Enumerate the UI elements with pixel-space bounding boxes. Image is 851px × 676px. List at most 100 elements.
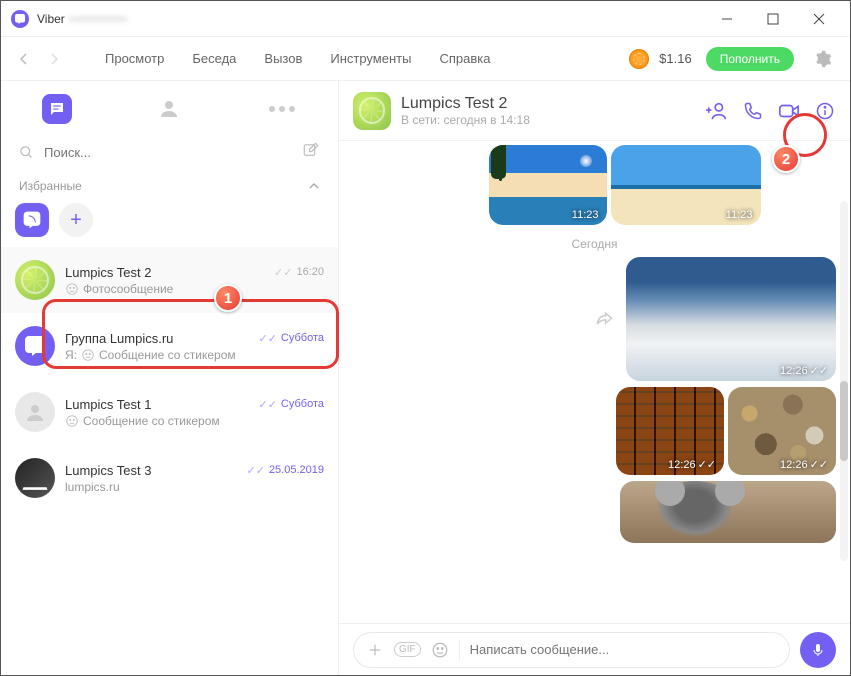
messages-area[interactable]: 11:23 11:23 Сегодня 12:26 ✓✓ 12:26 ✓✓ [339,141,850,623]
message-time: 11:23 [572,209,599,221]
delivery-ticks-icon: ✓✓ [274,266,292,279]
menu-help[interactable]: Справка [427,45,502,72]
annotation-callout-2: 2 [772,145,800,173]
viber-icon [23,334,47,358]
image-message[interactable]: 12:26 ✓✓ [728,387,836,475]
favorite-viber-item[interactable] [15,203,49,237]
favorites-header[interactable]: Избранные [1,173,338,199]
conversation-pane: Lumpics Test 2 В сети: сегодня в 14:18 [339,81,850,675]
favorites-row: + [1,199,338,247]
viber-out-credit-icon [629,49,649,69]
gif-button[interactable]: GIF [394,642,421,657]
scrollbar-thumb[interactable] [840,381,848,461]
search-input[interactable] [44,145,292,160]
scrollbar[interactable] [840,201,848,561]
compose-icon [302,141,320,159]
conversation-title: Lumpics Test 2 [401,95,530,113]
delivery-ticks-icon: ✓✓ [698,458,716,471]
info-icon [815,101,835,121]
chat-preview: Фотосообщение [83,282,173,296]
forward-icon [594,309,614,329]
chat-name: Lumpics Test 1 [65,397,151,412]
conversation-avatar[interactable] [353,92,391,130]
window-maximize-button[interactable] [750,3,796,35]
menu-view[interactable]: Просмотр [93,45,176,72]
avatar [15,326,55,366]
delivery-ticks-icon: ✓✓ [247,464,265,477]
sticker-icon[interactable] [431,641,449,659]
favorites-label: Избранные [19,179,82,193]
chat-preview-prefix: Я: [65,348,77,362]
message-time: 11:23 [726,209,753,221]
video-icon [778,101,800,121]
chat-time: Суббота [281,398,324,410]
message-time: 12:26 [780,365,808,377]
balance-amount: $1.16 [659,51,692,66]
sidebar: Избранные + Lumpics Test 2 ✓✓ 16:20 [1,81,339,675]
window-minimize-button[interactable] [704,3,750,35]
window-close-button[interactable] [796,3,842,35]
favorite-add-button[interactable]: + [59,203,93,237]
annotation-callout-1: 1 [214,284,242,312]
chat-item-lumpics-test-1[interactable]: Lumpics Test 1 ✓✓ Суббота Сообщение со с… [1,379,338,445]
delivery-ticks-icon: ✓✓ [258,332,276,345]
composer: GIF [339,623,850,675]
chat-name: Группа Lumpics.ru [65,331,173,346]
contacts-icon [157,97,181,121]
image-message[interactable]: 12:26 ✓✓ [616,387,724,475]
chat-icon [42,94,72,124]
chat-item-lumpics-test-2[interactable]: Lumpics Test 2 ✓✓ 16:20 Фотосообщение [1,247,338,313]
forward-button[interactable] [594,309,614,329]
photo-icon [65,282,79,296]
delivery-ticks-icon: ✓✓ [258,398,276,411]
delivery-ticks-icon: ✓✓ [810,364,828,377]
plus-icon[interactable] [366,641,384,659]
image-message[interactable]: 12:26 ✓✓ [626,257,836,381]
chat-item-lumpics-test-3[interactable]: Lumpics Test 3 ✓✓ 25.05.2019 lumpics.ru [1,445,338,511]
nav-back-button[interactable] [11,46,37,72]
image-message[interactable]: 11:23 [489,145,607,225]
video-call-button[interactable] [778,100,800,122]
chat-item-group-lumpics[interactable]: Группа Lumpics.ru ✓✓ Суббота Я: Сообщени… [1,313,338,379]
viber-logo-icon [11,10,29,28]
chat-name: Lumpics Test 3 [65,463,151,478]
menu-chat[interactable]: Беседа [180,45,248,72]
add-contact-button[interactable] [706,100,728,122]
avatar [15,260,55,300]
divider [459,640,460,660]
message-time: 12:26 [780,459,808,471]
compose-button[interactable] [302,141,324,163]
person-icon [23,400,47,424]
app-title: Viber +•••••••••• [37,12,128,26]
voice-call-button[interactable] [742,100,764,122]
chevron-up-icon [308,180,320,192]
nav-forward-button[interactable] [41,46,67,72]
avatar [15,458,55,498]
chat-preview: Сообщение со стикером [83,414,220,428]
search-icon [19,145,34,160]
topup-button[interactable]: Пополнить [706,47,794,71]
chat-preview: lumpics.ru [65,480,120,494]
date-separator: Сегодня [353,237,836,251]
menu-tools[interactable]: Инструменты [318,45,423,72]
sticker-icon [81,348,95,362]
message-input-wrapper: GIF [353,632,790,668]
tab-more[interactable] [226,81,338,137]
settings-gear-icon[interactable] [806,42,840,76]
image-message[interactable] [620,481,836,543]
message-input[interactable] [470,642,777,657]
conversation-actions [706,100,836,122]
image-message[interactable]: 11:23 [611,145,761,225]
tab-contacts[interactable] [113,81,225,137]
voice-message-button[interactable] [800,632,836,668]
more-icon [269,106,295,112]
titlebar: Viber +•••••••••• [1,1,850,37]
chat-time: 25.05.2019 [269,464,324,476]
menu-call[interactable]: Вызов [252,45,314,72]
info-button[interactable] [814,100,836,122]
chat-name: Lumpics Test 2 [65,265,151,280]
chat-time: Суббота [281,332,324,344]
delivery-ticks-icon: ✓✓ [810,458,828,471]
tab-chats[interactable] [1,81,113,137]
avatar [15,392,55,432]
